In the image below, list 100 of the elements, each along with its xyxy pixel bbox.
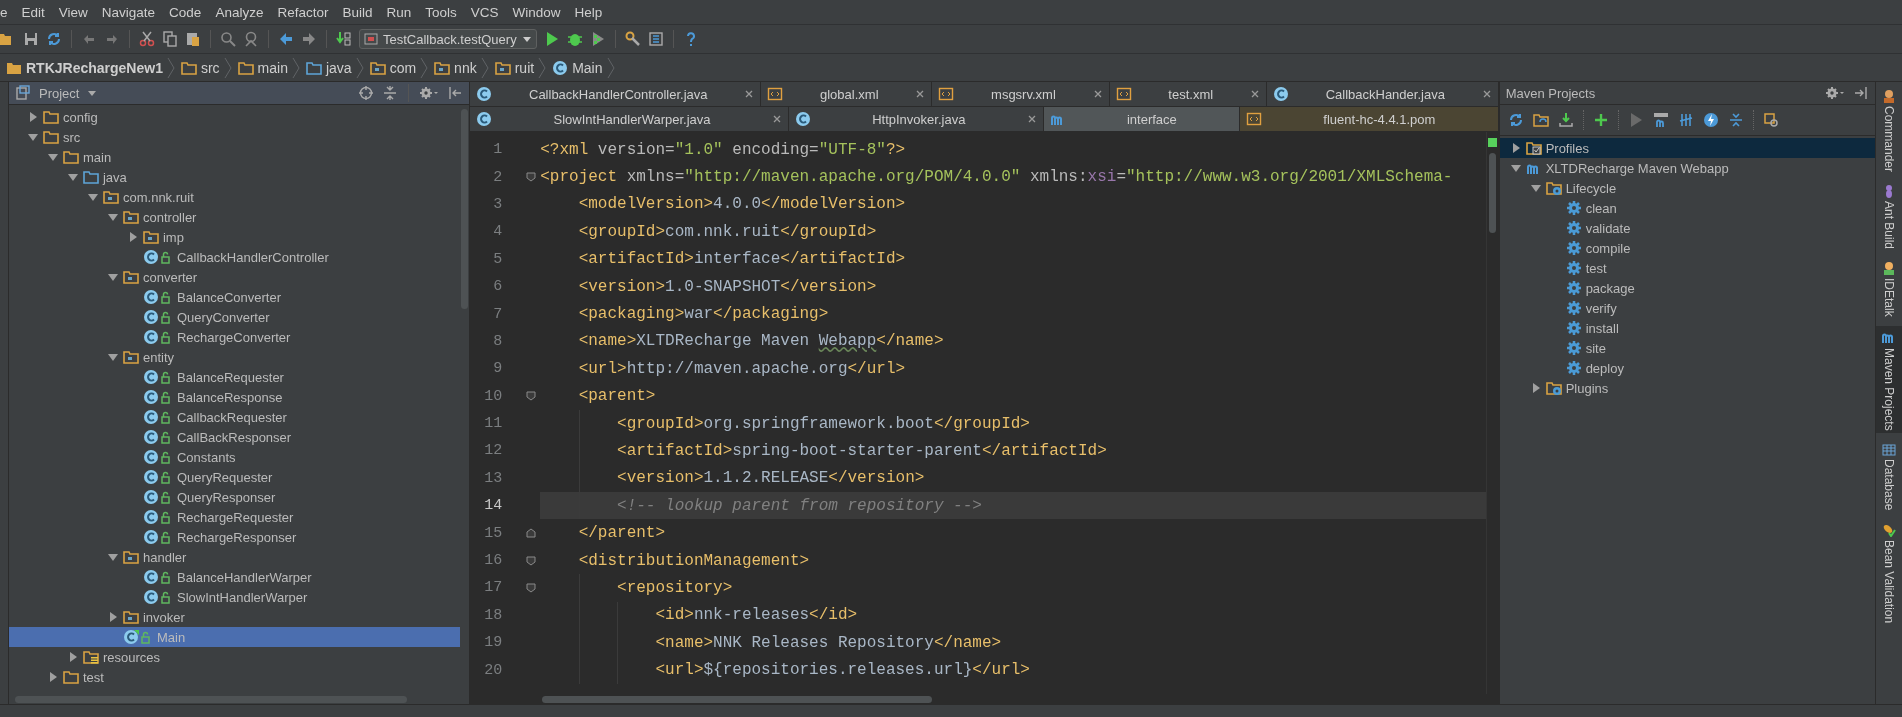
tree-item[interactable]: java [9,167,461,187]
tree-item[interactable]: package [1499,278,1876,298]
hide-icon[interactable] [447,85,464,101]
close-icon[interactable] [1026,114,1037,124]
menu-item[interactable]: View [51,4,95,20]
bug-icon[interactable] [566,31,583,47]
menu-item[interactable]: Analyze [208,4,271,20]
menu-item[interactable]: e [0,4,15,20]
close-icon[interactable] [1249,89,1260,99]
tree-item[interactable]: BalanceConverter [9,287,461,307]
expand-arrow-icon[interactable] [27,111,39,123]
tree-item[interactable]: Lifecycle [1499,178,1876,198]
collapse-arrow-icon[interactable] [1509,162,1522,174]
tree-item[interactable]: converter [9,267,461,287]
breadcrumb-item[interactable]: Main [546,59,607,76]
breadcrumb-item[interactable]: nnk [428,59,481,76]
collapse-arrow-icon[interactable] [27,131,39,143]
structure-icon[interactable] [647,31,664,47]
menu-item[interactable]: Code [162,4,209,20]
tree-item[interactable]: RechargeRequester [9,507,461,527]
expand-arrow-icon[interactable] [127,231,139,243]
tree-item[interactable]: validate [1499,218,1876,238]
side-tab[interactable]: IDEtalk [1876,258,1902,320]
menu-item[interactable]: Window [505,4,568,20]
tree-item[interactable]: entity [9,347,461,367]
tree-item[interactable]: site [1499,338,1876,358]
tree-item[interactable]: CallBackResponser [9,427,461,447]
collapse-all-icon[interactable] [1727,112,1744,128]
folder-refresh-icon[interactable] [1532,112,1549,128]
sync-icon[interactable] [46,31,62,47]
menu-item[interactable]: Run [379,4,419,20]
tree-item[interactable]: verify [1499,298,1876,318]
refresh-icon[interactable] [1507,112,1524,128]
download-icon[interactable] [1557,112,1574,128]
scrollbar-thumb[interactable] [1489,153,1497,233]
collapse-all-icon[interactable] [382,85,399,101]
collapse-arrow-icon[interactable] [1529,182,1542,194]
search-icon[interactable] [220,31,236,47]
lightning-icon[interactable] [1702,112,1719,128]
panel-title[interactable]: Project [39,85,80,101]
paste-icon[interactable] [185,31,201,47]
tree-item[interactable]: BalanceHandlerWarper [9,567,461,587]
menu-item[interactable]: VCS [463,4,506,20]
collapse-arrow-icon[interactable] [107,211,119,223]
menu-item[interactable]: Tools [418,4,464,20]
locate-icon[interactable] [358,85,375,101]
close-icon[interactable] [1481,89,1492,99]
tree-item[interactable]: QueryConverter [9,307,461,327]
breadcrumb-item[interactable]: java [299,59,356,76]
tree-item[interactable]: install [1499,318,1876,338]
tree-item[interactable]: RechargeResponser [9,527,461,547]
tree-item[interactable]: BalanceResponse [9,387,461,407]
close-icon[interactable] [915,89,926,99]
collapse-arrow-icon[interactable] [107,551,119,563]
tree-item[interactable]: RechargeConverter [9,327,461,347]
tree-item[interactable]: deploy [1499,358,1876,378]
back-icon[interactable] [278,31,294,47]
breadcrumb-item[interactable]: com [363,59,421,76]
tree-item[interactable]: test [1499,258,1876,278]
tree-item[interactable]: CallbackHandlerController [9,247,461,267]
tree-item[interactable]: test [9,667,461,687]
tree-item[interactable]: controller [9,207,461,227]
collapse-arrow-icon[interactable] [47,151,59,163]
scrollbar-thumb[interactable] [461,109,469,309]
tree-item[interactable]: SlowIntHandlerWarper [9,587,461,607]
tree-item[interactable]: Profiles [1499,138,1876,158]
menu-item[interactable]: Edit [14,4,52,20]
tree-item[interactable]: XLTDRecharge Maven Webapp [1499,158,1876,178]
breadcrumb-item[interactable]: src [174,59,224,76]
side-tab[interactable]: Commander [1876,86,1902,176]
tree-item[interactable]: compile [1499,238,1876,258]
collapse-arrow-icon[interactable] [87,191,99,203]
tree-item[interactable]: config [9,107,461,127]
scrollbar-thumb[interactable] [15,695,407,703]
tree-item[interactable]: QueryResponser [9,487,461,507]
menu-item[interactable]: Build [335,4,380,20]
menu-item[interactable]: Refactor [270,4,336,20]
editor-tab[interactable]: fluent-hc-4.4.1.pom [1240,107,1499,131]
expand-arrow-icon[interactable] [107,611,119,623]
expand-arrow-icon[interactable] [47,671,59,683]
tree-item[interactable]: Constants [9,447,461,467]
expand-arrow-icon[interactable] [67,651,79,663]
make-icon[interactable] [336,31,352,47]
tree-item[interactable]: QueryRequester [9,467,461,487]
tree-item[interactable]: imp [9,227,461,247]
forward-icon[interactable] [301,31,317,47]
close-icon[interactable] [1092,89,1103,99]
maven-run-icon[interactable] [1652,112,1669,128]
tree-item[interactable]: clean [1499,198,1876,218]
tree-item[interactable]: CallbackRequester [9,407,461,427]
menu-item[interactable]: Help [567,4,610,20]
tree-item[interactable]: main [9,147,461,167]
close-icon[interactable] [744,89,755,99]
tree-item[interactable]: invoker [9,607,461,627]
breadcrumb-item[interactable]: ruit [488,59,539,76]
side-tab[interactable]: Database [1876,439,1902,514]
copy-icon[interactable] [162,31,178,47]
collapse-arrow-icon[interactable] [107,351,119,363]
tree-item[interactable]: handler [9,547,461,567]
tree-item[interactable]: Plugins [1499,378,1876,398]
